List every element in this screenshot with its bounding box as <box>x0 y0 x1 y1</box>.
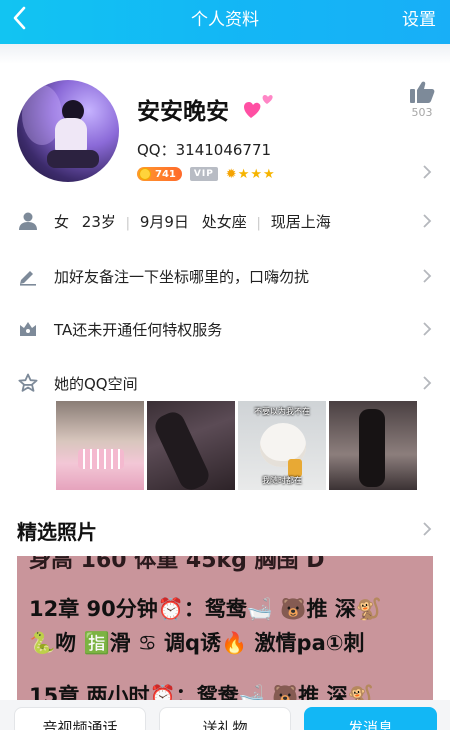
qzone-thumbnails: 不要以为我不在 我随时都在 <box>56 401 417 490</box>
basic-info-row[interactable]: 女 23岁 | 9月9日 处女座 | 现居上海 <box>0 201 450 241</box>
nickname: 安安晚安 <box>137 99 229 125</box>
privilege-text: TA还未开通任何特权服务 <box>54 321 223 339</box>
vip-badge: VIP <box>189 167 218 181</box>
chevron-right-icon <box>423 214 432 228</box>
chevron-right-icon[interactable] <box>422 521 432 537</box>
qzone-text: 她的QQ空间 <box>54 375 138 393</box>
star-icon: ★ <box>237 166 250 182</box>
signature-row[interactable]: 加好友备注一下坐标哪里的，口嗨勿扰 <box>0 256 450 296</box>
header-shadow <box>0 44 450 64</box>
page-title: 个人资料 <box>191 10 259 30</box>
qzone-photo[interactable]: 不要以为我不在 我随时都在 <box>238 401 326 490</box>
qq-number: QQ：3141046771 <box>137 139 271 160</box>
basic-info-text: 女 23岁 | 9月9日 处女座 | 现居上海 <box>54 213 331 231</box>
like-count: 503 <box>411 106 433 119</box>
pink-hearts-icon <box>244 95 273 118</box>
gender: 女 <box>54 213 70 231</box>
chevron-right-icon <box>423 376 432 390</box>
video-call-button[interactable]: 音视频通话 <box>14 707 146 730</box>
pencil-icon <box>20 271 36 286</box>
top-navigation-bar: 个人资料 设置 <box>0 0 450 44</box>
star-icon: ★ <box>263 166 275 182</box>
qq-value: 3141046771 <box>175 141 272 159</box>
send-gift-button[interactable]: 送礼物 <box>159 707 291 730</box>
signature-text: 加好友备注一下坐标哪里的，口嗨勿扰 <box>54 268 310 286</box>
qzone-photo[interactable] <box>147 401 235 490</box>
coin-icon <box>139 168 151 180</box>
star-outline-icon <box>18 373 38 392</box>
chevron-right-icon <box>423 269 432 283</box>
privilege-row[interactable]: TA还未开通任何特权服务 <box>0 309 450 349</box>
send-message-button[interactable]: 发消息 <box>304 707 437 730</box>
level-value: 741 <box>155 168 176 180</box>
thumbs-up-icon <box>410 81 435 103</box>
crown-bag-icon <box>20 322 36 336</box>
age: 23岁 <box>81 213 116 231</box>
featured-photos-title: 精选照片 <box>17 520 97 544</box>
photo-caption: 我随时都在 <box>262 476 302 485</box>
star-icon: ★ <box>250 166 263 182</box>
location: 现居上海 <box>270 213 331 231</box>
level-badge: 741 <box>137 167 182 181</box>
qq-label: QQ： <box>137 141 176 159</box>
zodiac: 处女座 <box>201 213 247 231</box>
avatar[interactable] <box>17 80 119 182</box>
badge-row[interactable]: 741 VIP ✹ ★ ★ ★ <box>137 166 276 182</box>
qzone-photo[interactable] <box>56 401 144 490</box>
like-button[interactable]: 503 <box>405 80 439 119</box>
qzone-row[interactable]: 她的QQ空间 <box>0 363 450 403</box>
photo-caption: 不要以为我不在 <box>254 407 310 416</box>
featured-photo-text: 12章 90分钟⏰：鸳鸯🛁 🐻推 深🐒 <box>29 597 382 621</box>
qzone-photo[interactable] <box>329 401 417 490</box>
featured-photo-text: 🐍吻 🈯滑 ♋ 调q诱🔥 激情pa①刺 <box>29 631 365 655</box>
rank-icons: ✹ ★ ★ ★ <box>226 167 276 182</box>
chevron-right-icon[interactable] <box>422 164 432 180</box>
chevron-right-icon <box>423 322 432 336</box>
settings-button[interactable]: 设置 <box>402 5 436 30</box>
birthday: 9月9日 <box>139 213 189 231</box>
person-icon <box>19 212 37 230</box>
sun-icon: ✹ <box>225 166 237 182</box>
featured-photo-text: 身高 160 体重 45kg 胸围 D <box>29 556 325 573</box>
